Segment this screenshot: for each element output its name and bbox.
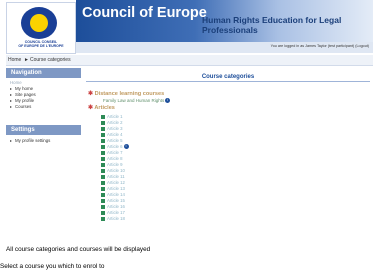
course-icon: [101, 198, 105, 203]
breadcrumb: Home ► Course categories: [6, 55, 373, 66]
navigation-list: Home My home Site pages My profile Cours…: [6, 80, 81, 110]
org-title: Council of Europe: [82, 5, 207, 21]
category-icon: ✱: [88, 91, 94, 97]
course-icon: [101, 114, 105, 119]
caption-line-1: All course categories and courses will b…: [6, 246, 151, 253]
category-articles[interactable]: ✱ Articles: [88, 104, 115, 111]
breadcrumb-home[interactable]: Home: [8, 57, 21, 63]
bullet-icon: [10, 87, 12, 90]
site-title: Human Rights Education for Legal Profess…: [202, 15, 342, 35]
course-icon: [101, 174, 105, 179]
course-icon: [101, 216, 105, 221]
logo-emblem-icon: [21, 7, 57, 39]
course-icon: [101, 180, 105, 185]
category-icon: ✱: [88, 105, 94, 111]
course-icon: [101, 186, 105, 191]
moodle-page: COUNCIL CONSEIL OF EUROPE DE L'EUROPE Co…: [0, 0, 373, 270]
info-icon[interactable]: i: [123, 144, 129, 150]
council-logo[interactable]: COUNCIL CONSEIL OF EUROPE DE L'EUROPE: [6, 2, 76, 54]
course-family-law[interactable]: Family Law and Human Rights i: [103, 98, 171, 104]
course-icon: [101, 150, 105, 155]
login-info[interactable]: You are logged in as James Taylor (test …: [271, 44, 369, 48]
course-icon: [101, 204, 105, 209]
category-distance-learning[interactable]: ✱ Distance learning courses: [88, 90, 164, 97]
navigation-block-title[interactable]: Navigation: [6, 68, 81, 78]
breadcrumb-current[interactable]: Course categories: [30, 57, 71, 63]
logo-caption: COUNCIL CONSEIL OF EUROPE DE L'EUROPE: [18, 40, 64, 48]
course-icon: [101, 162, 105, 167]
article-list: Article 1 Article 2 Article 3 Article 4 Arti…: [101, 114, 129, 222]
course-icon: [101, 120, 105, 125]
settings-item-profile[interactable]: My profile settings: [6, 138, 81, 144]
settings-block-title[interactable]: Settings: [6, 125, 81, 135]
course-icon: [101, 132, 105, 137]
course-icon: [101, 210, 105, 215]
login-bar: You are logged in as James Taylor (test …: [76, 42, 373, 53]
course-icon: [101, 192, 105, 197]
course-icon: [101, 144, 105, 149]
article-item[interactable]: Article 18: [101, 216, 129, 222]
course-icon: [101, 168, 105, 173]
course-icon: [101, 156, 105, 161]
nav-item-courses[interactable]: Courses: [6, 104, 81, 110]
expand-arrow-icon: [10, 105, 12, 108]
expand-arrow-icon: [10, 99, 12, 102]
expand-arrow-icon: [10, 93, 12, 96]
info-icon[interactable]: i: [165, 98, 171, 104]
settings-list: My profile settings: [6, 138, 81, 144]
breadcrumb-separator: ►: [24, 57, 29, 63]
course-icon: [101, 138, 105, 143]
caption-line-2: Select a course you which to enrol to: [0, 263, 105, 270]
page-title: Course categories: [86, 74, 370, 82]
expand-arrow-icon: [10, 139, 12, 142]
course-icon: [101, 126, 105, 131]
